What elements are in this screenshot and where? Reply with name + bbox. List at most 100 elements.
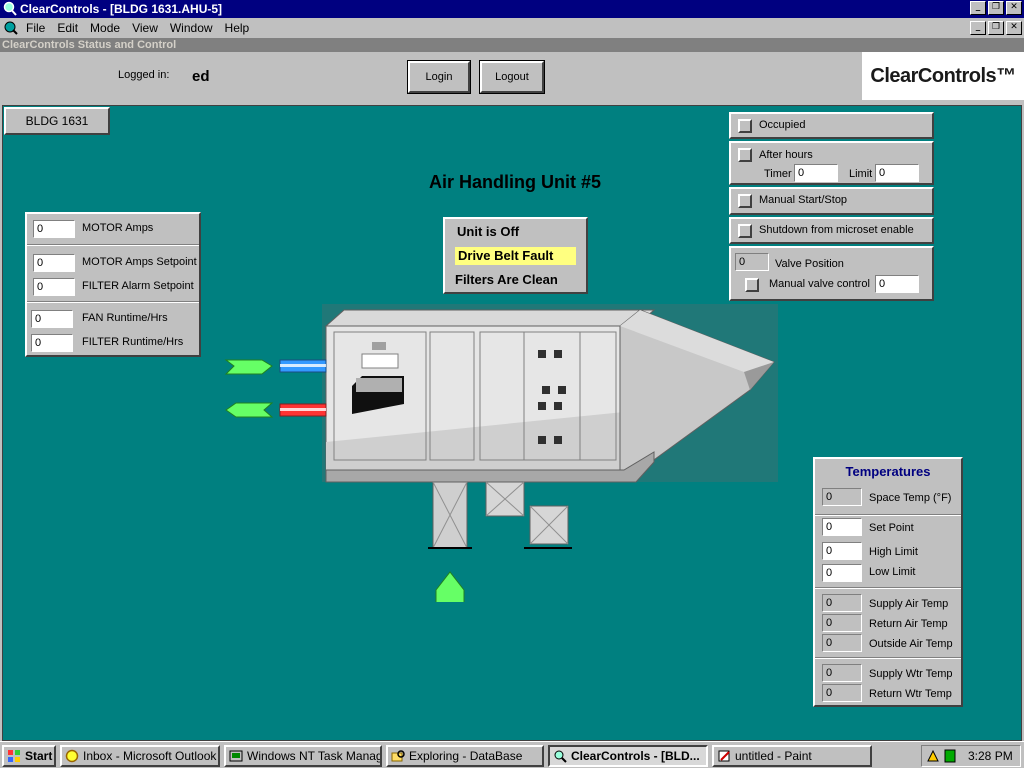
close-button[interactable]: ✕	[1006, 1, 1022, 15]
damper-block	[558, 386, 566, 394]
main-canvas: BLDG 1631 Air Handling Unit #5 Unit is O…	[2, 105, 1022, 741]
unit-top	[324, 309, 656, 327]
start-button[interactable]: Start	[2, 745, 56, 767]
task-outlook[interactable]: Inbox - Microsoft Outlook	[60, 745, 220, 767]
motor-top	[356, 378, 402, 392]
task-label: Windows NT Task Manager	[247, 749, 382, 763]
document-icon[interactable]	[3, 20, 19, 36]
valve-panel: 0 Valve Position Manual valve control 0	[729, 246, 934, 301]
building-tab[interactable]: BLDG 1631	[4, 107, 110, 135]
timer-field[interactable]: 0	[794, 164, 838, 182]
clearcontrols-logo: ClearControls™	[862, 52, 1024, 100]
clock[interactable]: 3:28 PM	[968, 749, 1013, 763]
logout-button[interactable]: Logout	[479, 60, 545, 94]
clearcontrols-icon	[554, 750, 567, 763]
return-flow-arrow-icon	[225, 402, 274, 418]
after-hours-label: After hours	[759, 149, 813, 161]
unit-status-text: Unit is Off	[457, 224, 520, 239]
damper-block	[554, 350, 562, 358]
return-wtr-temp-field: 0	[822, 684, 862, 702]
limit-field[interactable]: 0	[875, 164, 919, 182]
tray-app-icon[interactable]	[926, 749, 940, 763]
child-restore-button[interactable]: ❐	[988, 21, 1004, 35]
menu-help[interactable]: Help	[225, 21, 250, 35]
paint-icon	[718, 750, 730, 762]
task-manager-icon	[229, 750, 243, 762]
damper-block	[538, 402, 546, 410]
menu-mode[interactable]: Mode	[90, 21, 120, 35]
supply-air-temp-label: Supply Air Temp	[869, 598, 949, 610]
motor-amps-setpoint-label: MOTOR Amps Setpoint	[82, 256, 197, 268]
supply-flow-arrow-icon	[224, 359, 273, 375]
child-minimize-button[interactable]: _	[970, 21, 986, 35]
shutdown-panel: Shutdown from microset enable	[729, 217, 934, 244]
filter-runtime-field[interactable]: 0	[31, 334, 73, 352]
pipe-highlight	[280, 408, 326, 411]
task-clearcontrols[interactable]: ClearControls - [BLD...	[548, 745, 708, 767]
menu-edit[interactable]: Edit	[57, 21, 78, 35]
low-limit-label: Low Limit	[869, 566, 916, 578]
manual-valve-field[interactable]: 0	[875, 275, 919, 293]
title-bar[interactable]: ClearControls - [BLDG 1631.AHU-5] _ ❐ ✕	[0, 0, 1024, 18]
divider	[815, 657, 961, 659]
timer-label: Timer	[764, 168, 792, 180]
motor-panel: 0 MOTOR Amps 0 MOTOR Amps Setpoint 0 FIL…	[25, 212, 201, 357]
temperatures-title: Temperatures	[845, 464, 931, 479]
air-intake-arrow-icon	[435, 571, 465, 602]
minimize-button[interactable]: _	[970, 1, 986, 15]
ahu-diagram	[224, 304, 778, 602]
task-task-manager[interactable]: Windows NT Task Manager	[224, 745, 382, 767]
menu-window[interactable]: Window	[170, 21, 213, 35]
nameplate	[361, 353, 399, 369]
after-hours-checkbox[interactable]	[738, 148, 752, 162]
motor-amps-field[interactable]: 0	[33, 220, 75, 238]
network-icon[interactable]	[944, 749, 956, 763]
unit-title: Air Handling Unit #5	[429, 172, 602, 192]
motor-amps-setpoint-field[interactable]: 0	[33, 254, 75, 272]
explorer-icon	[391, 750, 405, 762]
manual-start-panel: Manual Start/Stop	[729, 187, 934, 215]
header: Logged in: ed Login Logout ClearControls…	[0, 52, 1024, 102]
filter-alarm-setpoint-field[interactable]: 0	[33, 278, 75, 296]
fan-runtime-label: FAN Runtime/Hrs	[82, 312, 168, 324]
motor-amps-label: MOTOR Amps	[82, 222, 154, 234]
high-limit-field[interactable]: 0	[822, 542, 862, 560]
occupied-checkbox[interactable]	[738, 119, 752, 133]
high-limit-label: High Limit	[869, 546, 918, 558]
start-label: Start	[25, 749, 53, 763]
return-air-temp-field: 0	[822, 614, 862, 632]
divider	[27, 244, 199, 246]
manual-valve-checkbox[interactable]	[745, 278, 759, 292]
damper-block	[554, 436, 562, 444]
set-point-field[interactable]: 0	[822, 518, 862, 536]
indicator-light	[372, 342, 386, 350]
manual-start-stop-checkbox[interactable]	[738, 194, 752, 208]
login-button[interactable]: Login	[407, 60, 471, 94]
task-label: Exploring - DataBase	[409, 749, 523, 763]
menu-view[interactable]: View	[132, 21, 158, 35]
filter-status-text: Filters Are Clean	[455, 272, 558, 287]
fan-runtime-field[interactable]: 0	[31, 310, 73, 328]
filter-runtime-label: FILTER Runtime/Hrs	[82, 336, 184, 348]
status-control-caption: ClearControls Status and Control	[0, 38, 1024, 52]
child-close-button[interactable]: ✕	[1006, 21, 1022, 35]
outside-air-temp-label: Outside Air Temp	[869, 638, 953, 650]
menu-file[interactable]: File	[26, 21, 45, 35]
restore-button[interactable]: ❐	[988, 1, 1004, 15]
temperatures-panel: Temperatures 0 Space Temp (°F) 0 Set Poi…	[813, 457, 963, 707]
space-temp-field: 0	[822, 488, 862, 506]
task-paint[interactable]: untitled - Paint	[712, 745, 872, 767]
fault-status-text: Drive Belt Fault	[455, 247, 576, 265]
damper-block	[554, 402, 562, 410]
logged-in-user: ed	[192, 68, 210, 85]
shutdown-checkbox[interactable]	[738, 224, 752, 238]
valve-position-label: Valve Position	[775, 258, 844, 270]
supply-wtr-temp-label: Supply Wtr Temp	[869, 668, 953, 680]
valve-position-field: 0	[735, 253, 769, 271]
windows-logo-icon	[8, 750, 20, 762]
task-exploring[interactable]: Exploring - DataBase	[386, 745, 544, 767]
low-limit-field[interactable]: 0	[822, 564, 862, 582]
logged-in-label: Logged in:	[118, 69, 170, 81]
damper-block	[538, 350, 546, 358]
space-temp-label: Space Temp (°F)	[869, 492, 952, 504]
